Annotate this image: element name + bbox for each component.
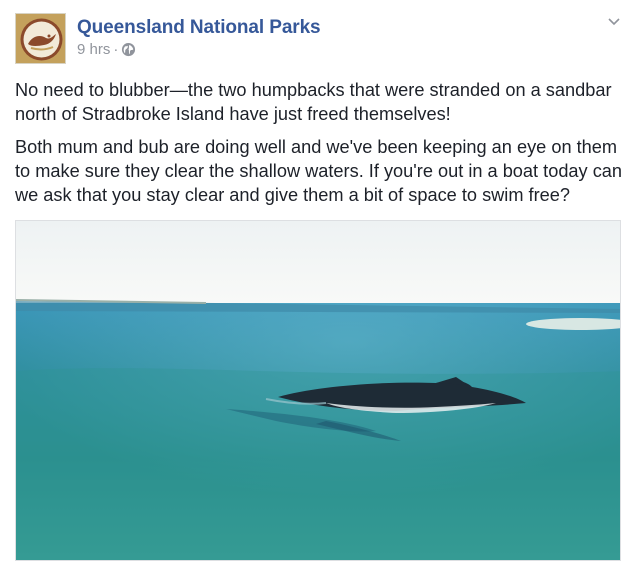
post-paragraph: Both mum and bub are doing well and we'v… [15, 137, 623, 205]
page-name-link[interactable]: Queensland National Parks [77, 17, 321, 39]
post-meta: 9 hrs · [77, 41, 136, 58]
post-timestamp[interactable]: 9 hrs [77, 41, 110, 58]
meta-separator: · [113, 41, 119, 58]
humpback-whale-image [16, 221, 620, 560]
globe-icon[interactable] [121, 42, 136, 57]
post-photo[interactable] [15, 220, 621, 561]
post-paragraph: No need to blubber—the two humpbacks tha… [15, 80, 612, 124]
chevron-down-icon[interactable] [607, 15, 621, 29]
park-logo-icon [16, 14, 65, 63]
page-avatar[interactable] [15, 13, 66, 64]
post-body: No need to blubber—the two humpbacks tha… [15, 78, 625, 216]
post-header: Queensland National Parks 9 hrs · [15, 13, 621, 67]
facebook-post: Queensland National Parks 9 hrs · No nee… [0, 0, 636, 570]
